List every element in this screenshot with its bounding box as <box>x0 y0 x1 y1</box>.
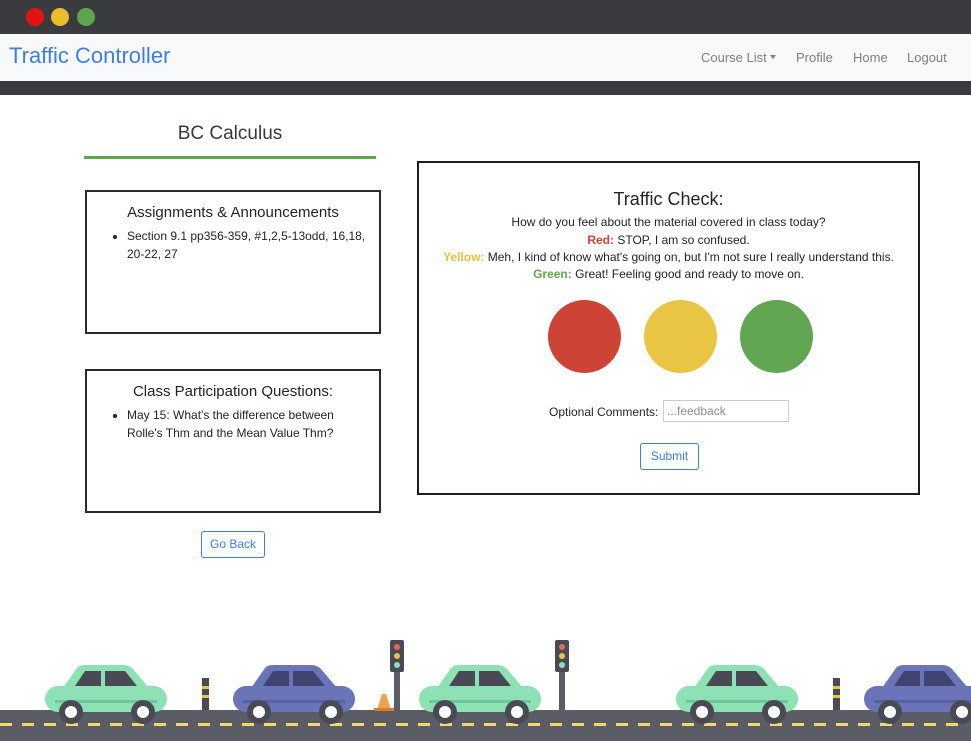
navbar-divider <box>0 81 971 95</box>
red-light-button[interactable] <box>548 300 621 373</box>
nav-course-list-label: Course List <box>701 50 767 65</box>
green-light-button[interactable] <box>740 300 813 373</box>
participation-card: Class Participation Questions: May 15: W… <box>85 369 381 513</box>
street-illustration <box>0 640 971 741</box>
yellow-light-button[interactable] <box>644 300 717 373</box>
participation-item: May 15: What's the difference between Ro… <box>127 406 369 442</box>
yellow-label: Yellow: <box>443 250 485 264</box>
assignment-item: Section 9.1 pp356-359, #1,2,5-13odd, 16,… <box>127 227 369 263</box>
traffic-check-card: Traffic Check: How do you feel about the… <box>417 161 920 495</box>
course-title-underline <box>84 156 376 159</box>
window-titlebar <box>0 0 971 34</box>
comments-label: Optional Comments: <box>549 405 659 419</box>
red-text: STOP, I am so confused. <box>617 233 750 247</box>
participation-heading: Class Participation Questions: <box>132 383 334 400</box>
nav-course-list-dropdown[interactable]: Course List <box>701 50 776 65</box>
course-title: BC Calculus <box>177 123 283 144</box>
assignments-heading: Assignments & Announcements <box>127 204 339 221</box>
traffic-cone-icon <box>374 694 394 711</box>
green-option-description: Green: Great! Feeling good and ready to … <box>419 267 918 281</box>
green-text: Great! Feeling good and ready to move on… <box>575 267 804 281</box>
nav-logout-link[interactable]: Logout <box>907 50 947 65</box>
submit-button[interactable]: Submit <box>640 443 699 470</box>
red-label: Red: <box>587 233 615 247</box>
assignments-list: Section 9.1 pp356-359, #1,2,5-13odd, 16,… <box>127 227 369 263</box>
bollard-icon <box>202 678 209 710</box>
participation-list: May 15: What's the difference between Ro… <box>127 406 369 442</box>
brand-link[interactable]: Traffic Controller <box>9 43 170 69</box>
caret-down-icon <box>769 55 776 59</box>
nav-home-link[interactable]: Home <box>853 50 888 65</box>
yellow-text: Meh, I kind of know what's going on, but… <box>487 250 894 264</box>
traffic-light-icon <box>390 640 404 710</box>
nav-profile-link[interactable]: Profile <box>796 50 833 65</box>
green-label: Green: <box>533 267 572 281</box>
yellow-option-description: Yellow: Meh, I kind of know what's going… <box>419 250 918 264</box>
traffic-check-title: Traffic Check: <box>613 189 724 209</box>
minimize-window-button[interactable] <box>51 8 69 26</box>
traffic-light-icon <box>555 640 569 710</box>
navbar: Traffic Controller Course List Profile H… <box>0 34 971 81</box>
red-option-description: Red: STOP, I am so confused. <box>419 233 918 247</box>
assignments-card: Assignments & Announcements Section 9.1 … <box>85 190 381 334</box>
bollard-icon <box>833 678 840 710</box>
traffic-check-question: How do you feel about the material cover… <box>511 215 826 229</box>
maximize-window-button[interactable] <box>77 8 95 26</box>
go-back-button[interactable]: Go Back <box>201 531 265 558</box>
close-window-button[interactable] <box>26 8 44 26</box>
comments-input[interactable] <box>663 400 789 422</box>
